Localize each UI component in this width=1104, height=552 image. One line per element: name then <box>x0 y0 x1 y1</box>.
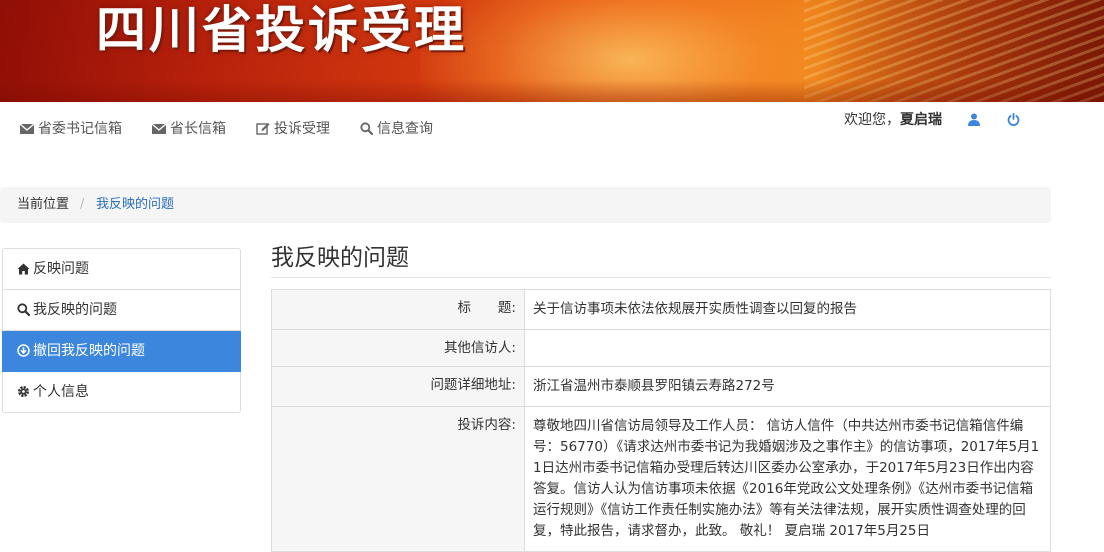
sidebar-item-report-issue[interactable]: 反映问题 <box>2 248 241 290</box>
address-value: 浙江省温州市泰顺县罗阳镇云寿路272号 <box>524 366 1051 407</box>
table-row: 标 题: 关于信访事项未依法依规展开实质性调查以回复的报告 <box>271 289 1051 330</box>
breadcrumb-page-link[interactable]: 我反映的问题 <box>96 187 174 223</box>
sidebar-item-personal-info[interactable]: 个人信息 <box>2 372 241 413</box>
download-circle-icon <box>17 343 33 359</box>
nav-governor-mailbox[interactable]: 省长信箱 <box>151 118 226 140</box>
address-label: 问题详细地址: <box>271 366 525 407</box>
nav-label: 投诉受理 <box>274 121 330 137</box>
sidebar-item-my-issues[interactable]: 我反映的问题 <box>2 290 241 331</box>
welcome-text: 欢迎您， <box>844 112 900 128</box>
sidebar-item-label: 我反映的问题 <box>33 302 117 318</box>
complaint-content-value: 尊敬地四川省信访局领导及工作人员： 信访人信件（中共达州市委书记信箱信件编号：5… <box>524 406 1051 552</box>
other-petitioners-value <box>524 329 1051 367</box>
sidebar-item-label: 撤回我反映的问题 <box>33 343 145 359</box>
user-icon[interactable] <box>968 112 981 132</box>
search-icon <box>17 302 33 318</box>
nav-label: 省委书记信箱 <box>38 121 122 137</box>
breadcrumb-current-location: 当前位置 <box>17 197 70 212</box>
envelope-icon <box>19 121 38 137</box>
breadcrumb: 当前位置 / 我反映的问题 <box>0 187 1051 223</box>
home-icon <box>17 261 33 277</box>
top-nav: 省委书记信箱 省长信箱 投诉受理 信息查询 <box>19 118 463 140</box>
issue-detail-table: 标 题: 关于信访事项未依法依规展开实质性调查以回复的报告 其他信访人: 问题详… <box>271 289 1051 552</box>
nav-info-query[interactable]: 信息查询 <box>360 118 433 140</box>
sidebar: 反映问题 我反映的问题 撤回我反映的问题 个人信息 <box>2 248 241 413</box>
gear-icon <box>17 384 33 400</box>
nav-label: 省长信箱 <box>170 121 226 137</box>
site-title: 四川省投诉受理 <box>96 1 467 59</box>
table-row: 其他信访人: <box>271 329 1051 367</box>
title-label: 标 题: <box>271 289 525 330</box>
edit-icon <box>256 121 274 137</box>
user-bar: 欢迎您，夏启瑞 <box>844 110 1020 132</box>
power-icon[interactable] <box>1007 112 1020 132</box>
sidebar-item-label: 反映问题 <box>33 261 89 277</box>
nav-party-secretary-mailbox[interactable]: 省委书记信箱 <box>19 118 122 140</box>
banner-shade <box>0 80 1104 102</box>
envelope-icon <box>151 121 170 137</box>
title-value: 关于信访事项未依法依规展开实质性调查以回复的报告 <box>524 289 1051 330</box>
nav-complaint[interactable]: 投诉受理 <box>256 118 330 140</box>
nav-label: 信息查询 <box>377 121 433 137</box>
username: 夏启瑞 <box>900 112 942 128</box>
breadcrumb-separator: / <box>80 197 85 212</box>
sidebar-item-label: 个人信息 <box>33 384 89 400</box>
header-banner: 四川省投诉受理 <box>0 0 1104 102</box>
table-row: 问题详细地址: 浙江省温州市泰顺县罗阳镇云寿路272号 <box>271 366 1051 407</box>
other-petitioners-label: 其他信访人: <box>271 329 525 367</box>
title-divider <box>271 277 1051 278</box>
page-title: 我反映的问题 <box>271 245 409 271</box>
search-icon <box>360 121 377 137</box>
sidebar-item-withdraw-issue[interactable]: 撤回我反映的问题 <box>2 331 241 372</box>
table-row: 投诉内容: 尊敬地四川省信访局领导及工作人员： 信访人信件（中共达州市委书记信箱… <box>271 406 1051 552</box>
complaint-content-label: 投诉内容: <box>271 406 525 552</box>
